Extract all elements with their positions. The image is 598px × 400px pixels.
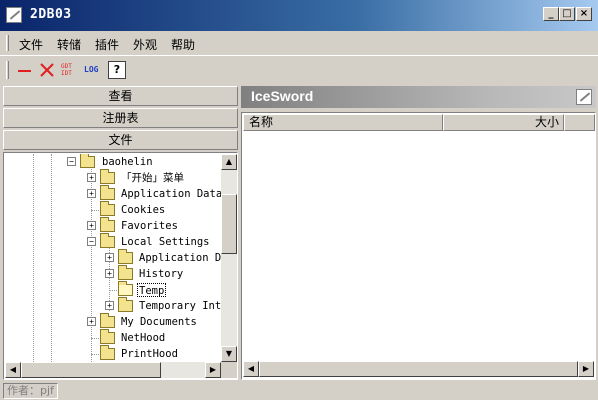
file-list: 名称 大小 ◀ ▶ [241, 112, 596, 380]
column-header-size[interactable]: 大小 [443, 114, 564, 131]
tree-label: Favorites [121, 220, 178, 232]
panel-header: IceSword [241, 86, 596, 108]
scroll-right-icon[interactable]: ▶ [578, 361, 594, 377]
tree-label: baohelin [102, 156, 153, 168]
app-icon [6, 7, 22, 23]
tree-label: 「开始」菜单 [121, 172, 184, 184]
expand-icon[interactable]: + [105, 253, 114, 262]
right-panel: IceSword 名称 大小 ◀ ▶ [241, 86, 596, 380]
folder-icon [100, 345, 115, 360]
tree-content: − baohelin + 「开始」菜单 + Application Data C… [5, 154, 221, 362]
menu-appearance[interactable]: 外观 [133, 36, 157, 53]
folder-icon [100, 329, 115, 344]
tree-horizontal-scrollbar[interactable]: ◀ ▶ [5, 362, 221, 378]
collapse-icon[interactable]: − [67, 157, 76, 166]
folder-icon [118, 297, 133, 312]
scrollbar-corner [221, 362, 237, 378]
tree-label: Local Settings [121, 236, 210, 248]
scroll-right-icon[interactable]: ▶ [205, 362, 221, 378]
expand-icon[interactable]: + [87, 317, 96, 326]
tab-registry[interactable]: 注册表 [3, 108, 238, 128]
tree-label: NetHood [121, 332, 166, 344]
menu-plugins[interactable]: 插件 [95, 36, 119, 53]
column-header-filler [564, 114, 595, 131]
toolbar: GDT IDT LOG ? [0, 55, 598, 83]
panel-header-icon [576, 89, 592, 105]
expand-icon[interactable]: + [105, 301, 114, 310]
folder-icon [100, 217, 115, 232]
expand-icon[interactable]: + [87, 189, 96, 198]
maximize-button[interactable]: □ [559, 7, 575, 21]
collapse-icon[interactable]: − [87, 237, 96, 246]
scroll-left-icon[interactable]: ◀ [5, 362, 21, 378]
column-header-name[interactable]: 名称 [243, 114, 443, 131]
status-bar: 作者：pjf [0, 382, 598, 400]
help-icon[interactable]: ? [108, 61, 126, 79]
tree-label: Application D [139, 252, 221, 264]
minimize-button[interactable]: _ [543, 7, 559, 21]
vertical-scroll-thumb[interactable] [221, 194, 237, 254]
log-icon[interactable]: LOG [84, 61, 104, 79]
horizontal-scroll-thumb[interactable] [21, 362, 161, 378]
folder-icon [100, 169, 115, 184]
folder-icon [100, 185, 115, 200]
list-area[interactable] [243, 131, 594, 361]
menu-file[interactable]: 文件 [19, 36, 43, 53]
close-button[interactable]: × [576, 7, 592, 21]
scroll-left-icon[interactable]: ◀ [243, 361, 259, 377]
delete-icon[interactable] [38, 61, 56, 79]
folder-icon [118, 265, 133, 280]
scroll-up-icon[interactable]: ▲ [221, 154, 237, 170]
list-horizontal-scrollbar[interactable]: ◀ ▶ [243, 361, 594, 377]
tree-label-selected: Temp [137, 283, 167, 297]
tab-view[interactable]: 查看 [3, 86, 238, 106]
menu-help[interactable]: 帮助 [171, 36, 195, 53]
menu-dump[interactable]: 转储 [57, 36, 81, 53]
minus-icon[interactable] [16, 61, 34, 79]
folder-icon [100, 313, 115, 328]
tree-label: My Documents [121, 316, 197, 328]
horizontal-scroll-thumb[interactable] [259, 361, 578, 377]
tree-label: Cookies [121, 204, 166, 216]
menu-grip [6, 35, 9, 51]
expand-icon[interactable]: + [87, 221, 96, 230]
tree-vertical-scrollbar[interactable]: ▲ ▼ [221, 154, 237, 362]
gdt-idt-icon[interactable]: GDT IDT [61, 61, 79, 79]
tab-files[interactable]: 文件 [3, 130, 238, 150]
tree-label: Application Data [121, 188, 221, 200]
tree-label: PrintHood [121, 348, 178, 360]
toolbar-grip [6, 61, 9, 79]
folder-icon [100, 201, 115, 216]
left-panel: 查看 注册表 文件 − baohelin + 「开始」菜单 + Applicat… [3, 86, 238, 380]
expand-icon[interactable]: + [87, 173, 96, 182]
folder-icon [118, 249, 133, 264]
panel-title: IceSword [251, 88, 314, 104]
tree-label: History [139, 268, 184, 280]
folder-icon [100, 233, 115, 248]
scroll-down-icon[interactable]: ▼ [221, 346, 237, 362]
folder-icon [80, 154, 95, 168]
expand-icon[interactable]: + [105, 269, 114, 278]
file-tree: − baohelin + 「开始」菜单 + Application Data C… [3, 152, 238, 380]
menu-bar: 文件 转储 插件 外观 帮助 [0, 31, 598, 55]
window-title: 2DB03 [30, 7, 72, 22]
status-author: 作者：pjf [3, 383, 58, 399]
tree-label: Temporary Int [139, 300, 221, 312]
title-bar: 2DB03 _ □ × [0, 0, 598, 31]
open-folder-icon [118, 281, 133, 296]
